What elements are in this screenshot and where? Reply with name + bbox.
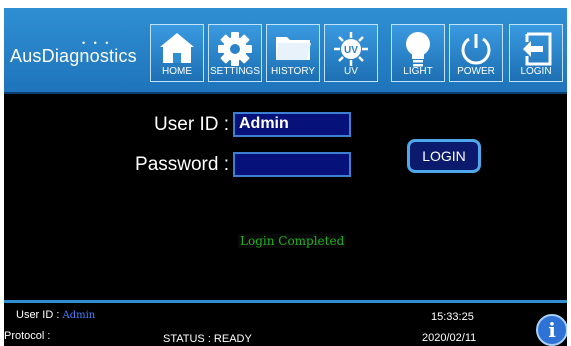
nav-settings-label: SETTINGS <box>209 66 260 77</box>
nav-uv-label: UV <box>344 66 358 77</box>
user-id-label: User ID : <box>154 114 229 135</box>
footer-protocol: Protocol : <box>4 330 51 342</box>
nav-home-label: HOME <box>162 66 192 77</box>
status-bar: User ID : Admin Protocol : STATUS : READ… <box>4 300 567 346</box>
login-icon <box>523 32 552 66</box>
header-bar: • • • AusDiagnostics HOME SETTINGS HISTO… <box>4 8 567 94</box>
info-button[interactable]: i <box>536 314 567 346</box>
nav-history-label: HISTORY <box>270 66 316 77</box>
brand-logo: AusDiagnostics <box>10 46 137 66</box>
nav-login-button[interactable]: LOGIN <box>509 24 563 82</box>
uv-icon: UV <box>334 32 368 66</box>
svg-text:UV: UV <box>344 45 358 56</box>
gear-icon <box>218 32 252 66</box>
nav-uv-button[interactable]: UV UV <box>324 24 378 82</box>
nav-power-button[interactable]: POWER <box>449 24 503 82</box>
footer-time: 15:33:25 <box>431 311 474 323</box>
nav-settings-button[interactable]: SETTINGS <box>208 24 262 82</box>
login-panel: User ID : Admin Password : LOGIN Login C… <box>4 96 567 300</box>
footer-status: STATUS : READY <box>163 333 252 345</box>
nav-history-button[interactable]: HISTORY <box>266 24 320 82</box>
footer-user-id-label: User ID : <box>16 309 60 321</box>
home-icon <box>160 33 194 63</box>
nav-login-label: LOGIN <box>520 66 552 77</box>
user-id-value: Admin <box>239 115 289 132</box>
lightbulb-icon <box>406 32 430 67</box>
footer-user-id: User ID : Admin <box>16 309 95 321</box>
folder-icon <box>276 37 311 60</box>
power-icon <box>461 34 491 65</box>
user-id-input[interactable]: Admin <box>233 112 351 137</box>
info-icon: i <box>548 318 556 342</box>
app-window: • • • AusDiagnostics HOME SETTINGS HISTO… <box>4 8 567 346</box>
password-label: Password : <box>135 154 229 175</box>
footer-user-id-value: Admin <box>62 310 96 321</box>
nav-power-label: POWER <box>457 66 495 77</box>
nav-light-button[interactable]: LIGHT <box>391 24 445 82</box>
nav-home-button[interactable]: HOME <box>150 24 204 82</box>
login-button[interactable]: LOGIN <box>407 139 481 173</box>
status-message: Login Completed <box>238 234 347 248</box>
password-input[interactable] <box>233 152 351 177</box>
footer-date: 2020/02/11 <box>422 332 477 344</box>
